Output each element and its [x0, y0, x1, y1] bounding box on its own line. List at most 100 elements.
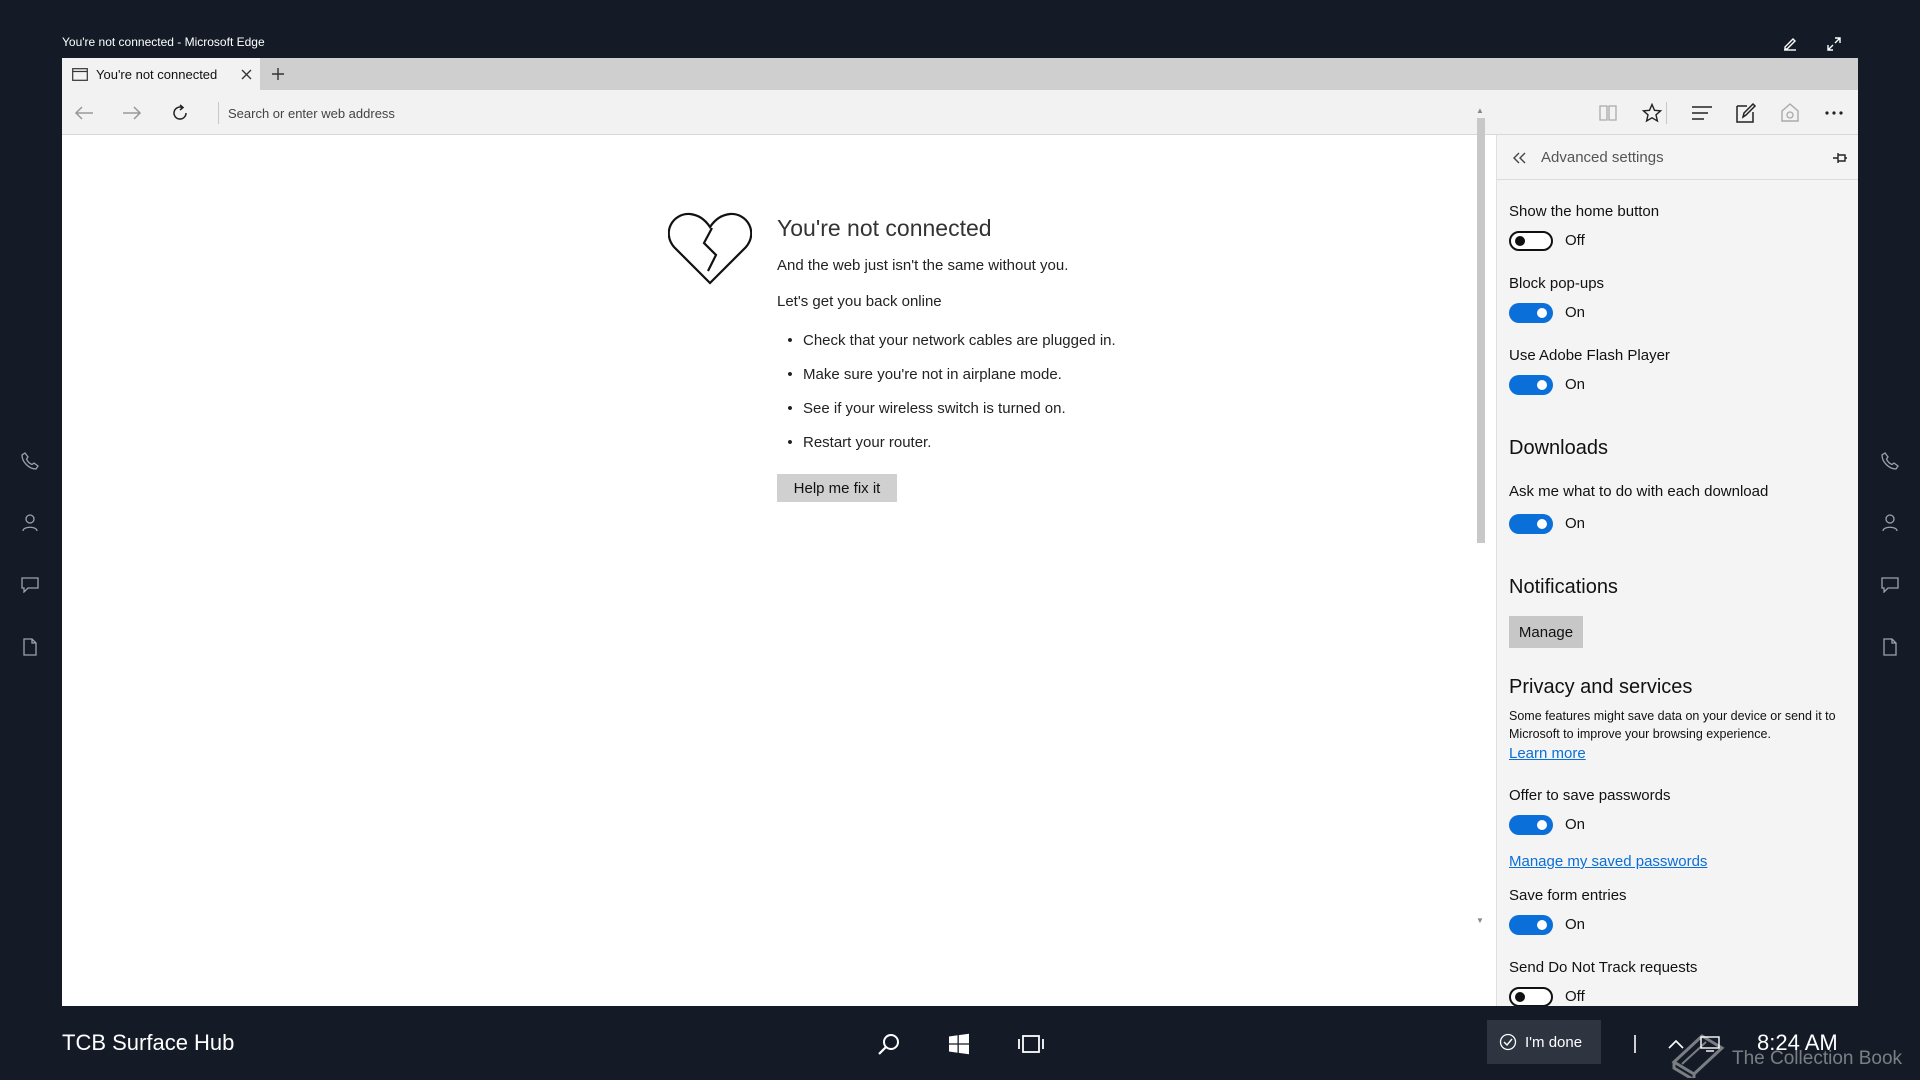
toggle-knob: [1537, 519, 1547, 529]
toggle-knob: [1537, 820, 1547, 830]
person-icon[interactable]: [10, 492, 50, 554]
list-item: • Restart your router.: [787, 434, 932, 451]
checkmark-circle-icon: [1499, 1033, 1517, 1051]
scroll-down-icon[interactable]: ▼: [1475, 916, 1485, 926]
scroll-thumb[interactable]: [1477, 118, 1485, 543]
home-button-toggle[interactable]: [1509, 231, 1553, 251]
tab-title: You're not connected: [96, 66, 218, 82]
double-chevron-left-icon[interactable]: [1509, 147, 1531, 169]
block-popups-toggle[interactable]: [1509, 303, 1553, 323]
chat-icon[interactable]: [10, 554, 50, 616]
edit-window-icon[interactable]: [1778, 32, 1802, 56]
pin-icon[interactable]: [1829, 147, 1851, 169]
home-button-state: Off: [1565, 232, 1585, 249]
person-icon[interactable]: [1870, 492, 1910, 554]
im-done-button[interactable]: I'm done: [1487, 1020, 1601, 1064]
manage-notifications-button[interactable]: Manage: [1509, 616, 1583, 648]
learn-more-link[interactable]: Learn more: [1509, 745, 1586, 762]
ask-download-toggle[interactable]: [1509, 514, 1553, 534]
taskbar: TCB Surface Hub I'm done The Collection …: [0, 1006, 1920, 1080]
window-title-bar: You're not connected - Microsoft Edge: [62, 30, 1858, 58]
close-tab-icon[interactable]: [236, 64, 256, 84]
toggle-knob: [1515, 992, 1525, 1002]
toggle-knob: [1515, 236, 1525, 246]
privacy-heading: Privacy and services: [1509, 676, 1693, 698]
notifications-heading: Notifications: [1509, 576, 1618, 598]
tab-active[interactable]: You're not connected: [62, 58, 260, 90]
windows-start-icon[interactable]: [941, 1026, 977, 1062]
share-icon[interactable]: [1774, 97, 1806, 129]
error-title: You're not connected: [777, 215, 992, 241]
refresh-icon[interactable]: [164, 97, 196, 129]
chevron-up-icon[interactable]: [1658, 1026, 1694, 1062]
form-entries-state: On: [1565, 916, 1586, 933]
flash-player-toggle[interactable]: [1509, 375, 1553, 395]
tip-text: See if your wireless switch is turned on…: [803, 400, 1066, 417]
privacy-description: Some features might save data on your de…: [1509, 709, 1836, 741]
im-done-label: I'm done: [1525, 1033, 1583, 1051]
downloads-heading: Downloads: [1509, 437, 1608, 459]
troubleshoot-list: • Check that your network cables are plug…: [777, 332, 1116, 468]
broken-heart-icon: [668, 212, 752, 285]
block-popups-label: Block pop-ups: [1509, 275, 1605, 292]
window-title: You're not connected - Microsoft Edge: [62, 35, 265, 49]
toggle-knob: [1537, 380, 1547, 390]
help-fix-button[interactable]: Help me fix it: [777, 474, 897, 502]
phone-icon[interactable]: [10, 430, 50, 492]
flash-player-label: Use Adobe Flash Player: [1509, 347, 1670, 364]
document-icon[interactable]: [10, 616, 50, 678]
phone-icon[interactable]: [1870, 430, 1910, 492]
do-not-track-state: Off: [1565, 988, 1585, 1005]
home-button-label: Show the home button: [1509, 203, 1660, 220]
save-passwords-label: Offer to save passwords: [1509, 787, 1671, 804]
form-entries-toggle[interactable]: [1509, 915, 1553, 935]
do-not-track-label: Send Do Not Track requests: [1509, 959, 1698, 976]
page-content: You're not connected And the web just is…: [62, 135, 1496, 1006]
search-icon[interactable]: [871, 1026, 907, 1062]
maximize-icon[interactable]: [1822, 32, 1846, 56]
form-entries-label: Save form entries: [1509, 887, 1627, 904]
network-icon[interactable]: [1692, 1026, 1728, 1062]
toggle-knob: [1537, 920, 1547, 930]
toggle-knob: [1537, 308, 1547, 318]
ask-download-state: On: [1565, 515, 1586, 532]
more-actions-icon[interactable]: [1818, 97, 1850, 129]
address-separator: [218, 102, 219, 124]
taskbar-separator: [1634, 1035, 1636, 1053]
document-icon[interactable]: [1870, 616, 1910, 678]
toolbar-separator: [1666, 102, 1667, 124]
tab-bar: You're not connected: [62, 58, 1858, 90]
tip-text: Check that your network cables are plugg…: [803, 332, 1116, 349]
pane-scrollbar[interactable]: ▲ ▼: [1471, 106, 1485, 926]
ask-download-label: Ask me what to do with each download: [1509, 483, 1769, 500]
pane-header: Advanced settings: [1497, 135, 1858, 180]
do-not-track-toggle[interactable]: [1509, 987, 1553, 1006]
reading-view-icon[interactable]: [1592, 97, 1624, 129]
list-item: • Check that your network cables are plug…: [787, 332, 1116, 349]
save-passwords-toggle[interactable]: [1509, 815, 1553, 835]
page-icon: [72, 66, 88, 82]
error-subtitle: And the web just isn't the same without …: [777, 257, 1069, 274]
list-item: • See if your wireless switch is turned o…: [787, 400, 1066, 417]
left-side-rail: [10, 430, 50, 678]
address-input[interactable]: [228, 98, 1648, 128]
navigation-bar: [62, 90, 1858, 135]
chat-icon[interactable]: [1870, 554, 1910, 616]
tip-text: Make sure you're not in airplane mode.: [803, 366, 1062, 383]
list-item: • Make sure you're not in airplane mode.: [787, 366, 1062, 383]
back-arrow-icon[interactable]: [68, 97, 100, 129]
web-note-icon[interactable]: [1730, 97, 1762, 129]
block-popups-state: On: [1565, 304, 1586, 321]
flash-player-state: On: [1565, 376, 1586, 393]
scroll-up-icon[interactable]: ▲: [1475, 106, 1485, 116]
task-view-icon[interactable]: [1013, 1026, 1049, 1062]
favorite-star-icon[interactable]: [1636, 97, 1668, 129]
manage-passwords-link[interactable]: Manage my saved passwords: [1509, 853, 1707, 870]
back-online-text: Let's get you back online: [777, 293, 942, 310]
hub-icon[interactable]: [1686, 97, 1718, 129]
advanced-settings-pane: Advanced settings Show the home button O…: [1496, 135, 1858, 1006]
new-tab-icon[interactable]: [266, 62, 290, 86]
pane-title: Advanced settings: [1541, 149, 1664, 166]
forward-arrow-icon[interactable]: [116, 97, 148, 129]
right-side-rail: [1870, 430, 1910, 678]
